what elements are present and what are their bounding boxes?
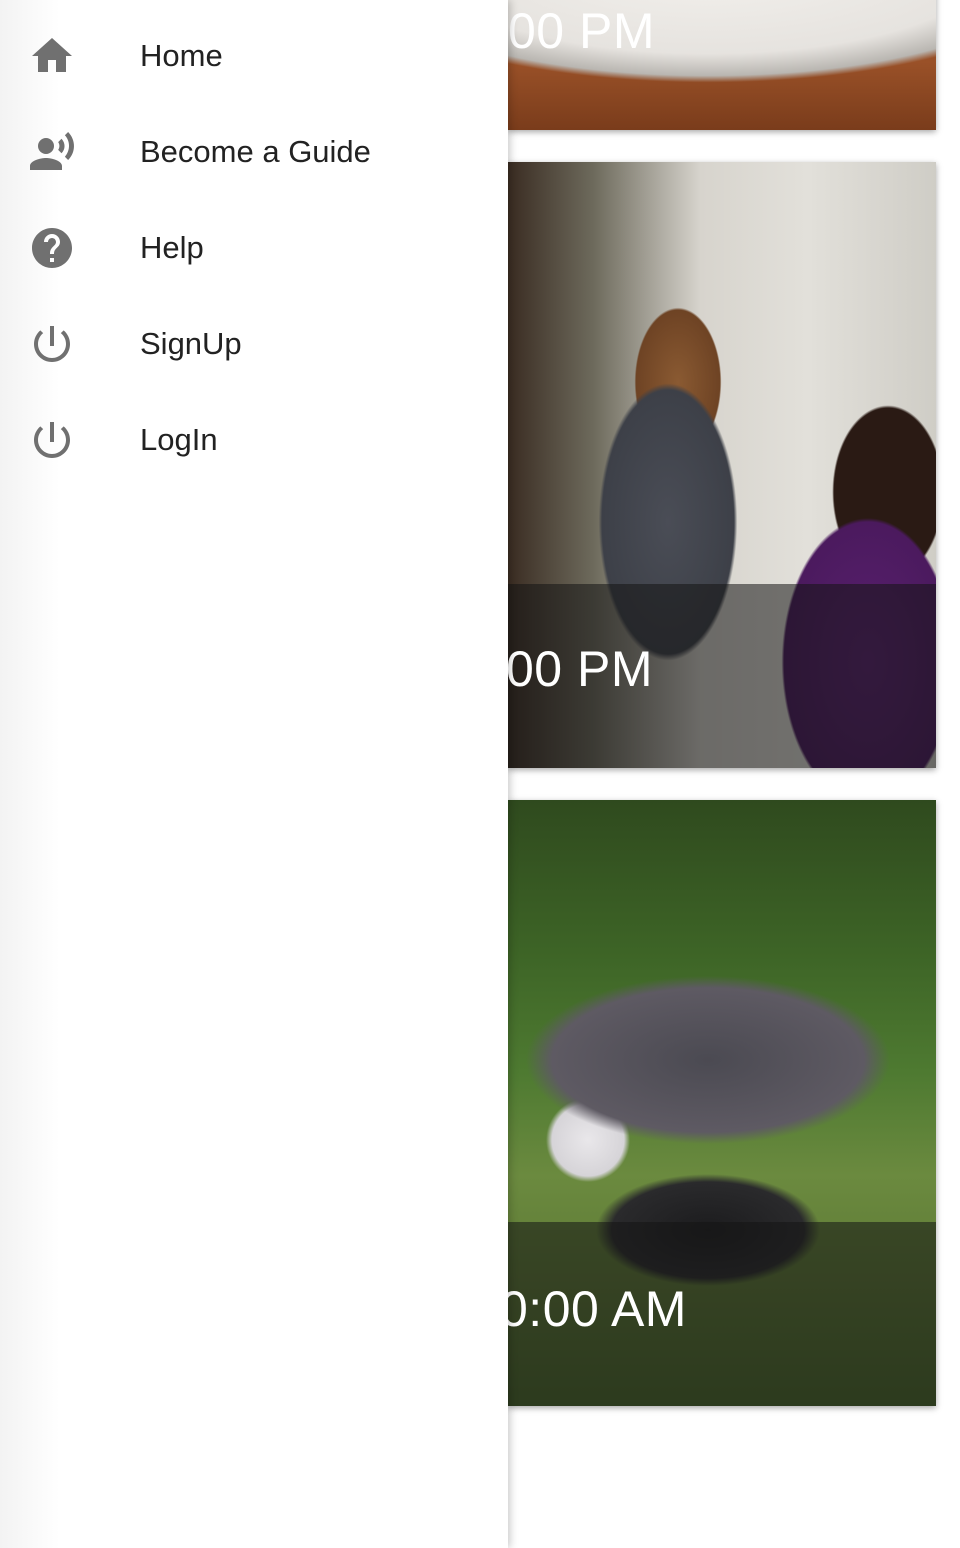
nav-item-label: LogIn	[140, 422, 218, 457]
nav-item-become-a-guide[interactable]: Become a Guide	[0, 104, 508, 200]
nav-item-help[interactable]: Help	[0, 200, 508, 296]
nav-menu: Home Become a Guide Help SignUp LogIn	[0, 8, 508, 488]
power-icon	[26, 414, 78, 466]
navigation-drawer: Home Become a Guide Help SignUp LogIn	[0, 0, 508, 1548]
nav-item-login[interactable]: LogIn	[0, 392, 508, 488]
home-icon	[26, 30, 78, 82]
nav-item-label: Home	[140, 38, 223, 73]
help-icon	[26, 222, 78, 274]
tour-time: 00 PM	[508, 641, 654, 697]
tour-time: 0:00 AM	[508, 1281, 687, 1337]
tour-card[interactable]: 0:00 AM	[508, 800, 936, 1406]
tour-card[interactable]: 00 PM	[508, 162, 936, 768]
tour-card[interactable]: 00 PM	[508, 0, 936, 130]
nav-item-home[interactable]: Home	[0, 8, 508, 104]
nav-item-signup[interactable]: SignUp	[0, 296, 508, 392]
power-icon	[26, 318, 78, 370]
nav-item-label: Help	[140, 230, 204, 265]
record-voice-icon	[26, 126, 78, 178]
nav-item-label: SignUp	[140, 326, 242, 361]
tour-time: 00 PM	[508, 3, 656, 59]
nav-item-label: Become a Guide	[140, 134, 371, 169]
